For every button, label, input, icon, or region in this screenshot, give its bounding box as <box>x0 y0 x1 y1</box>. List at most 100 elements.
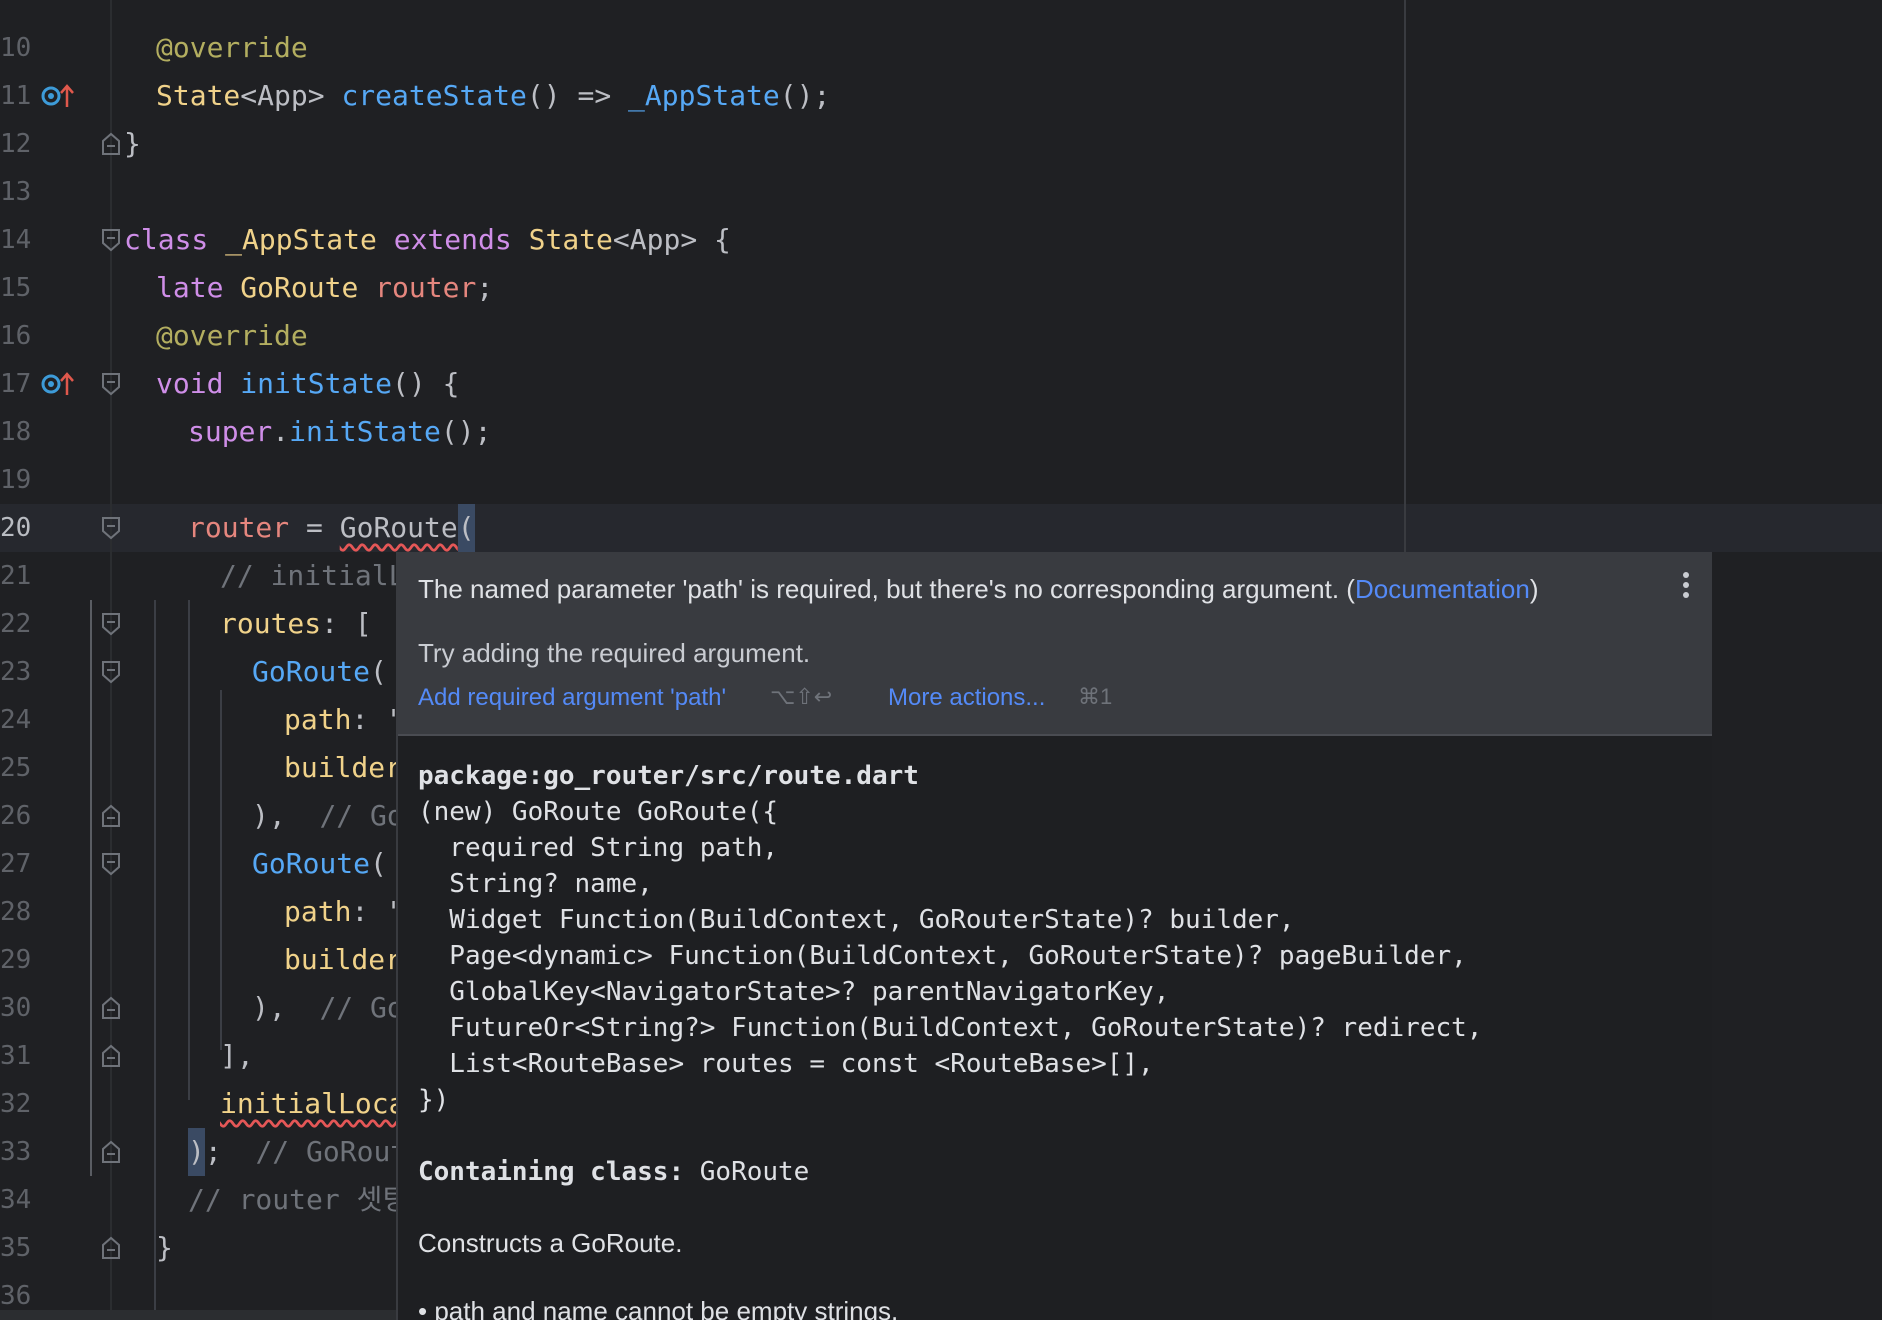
code-line[interactable]: 10 @override <box>0 24 1882 72</box>
line-number: 17 <box>0 369 32 399</box>
quick-fix-hint: Try adding the required argument. <box>418 638 811 668</box>
fold-end-icon[interactable] <box>100 804 122 828</box>
function-call: _AppState <box>628 79 780 112</box>
line-number: 15 <box>0 273 32 303</box>
override-method-icon[interactable] <box>40 83 74 109</box>
constructor-call: GoRoute <box>252 655 371 688</box>
fold-end-icon[interactable] <box>100 1044 122 1068</box>
method-name: createState <box>341 79 527 112</box>
code-text: . <box>272 415 290 448</box>
line-number: 30 <box>0 993 32 1023</box>
code-line[interactable]: 19 <box>0 456 1882 504</box>
fold-end-icon[interactable] <box>100 996 122 1020</box>
code-line[interactable]: 17 void initState() { <box>0 360 1882 408</box>
code-text: : ' <box>351 895 403 928</box>
shortcut-hint: ⌥⇧↩ <box>770 684 833 709</box>
code-line[interactable]: 11 State<App> createState() => _AppState… <box>0 72 1882 120</box>
line-number: 35 <box>0 1233 32 1263</box>
code-text: () => <box>526 79 629 112</box>
fold-start-icon[interactable] <box>100 660 122 684</box>
method-call: initState <box>289 415 441 448</box>
code-text: ( <box>370 655 387 688</box>
line-number: 20 <box>0 513 32 543</box>
matched-paren: ( <box>457 504 475 552</box>
doc-description: Constructs a GoRoute. <box>418 1228 683 1258</box>
fold-start-icon[interactable] <box>100 516 122 540</box>
code-text: (); <box>779 79 831 112</box>
named-arg: path <box>284 895 352 928</box>
doc-package: package:go_router/src/route.dart <box>418 761 919 791</box>
code-line[interactable]: 18 super.initState(); <box>0 408 1882 456</box>
fold-start-icon[interactable] <box>100 852 122 876</box>
doc-signature-line: GlobalKey<NavigatorState>? parentNavigat… <box>418 977 1170 1007</box>
line-number: 24 <box>0 705 32 735</box>
line-number: 10 <box>0 33 32 63</box>
error-documentation-popup[interactable]: The named parameter 'path' is required, … <box>396 552 1712 1320</box>
keyword: void <box>156 367 224 400</box>
type-args: <App> <box>240 79 325 112</box>
comment: // Go <box>319 991 404 1024</box>
add-required-argument-action[interactable]: Add required argument 'path' <box>418 684 726 712</box>
doc-bullet: • path and name cannot be empty strings. <box>418 1296 899 1320</box>
code-line[interactable]: 16 @override <box>0 312 1882 360</box>
matched-paren: ) <box>188 1128 205 1176</box>
containing-class-value: GoRoute <box>699 1157 810 1187</box>
code-text: : ' <box>351 703 403 736</box>
doc-signature-line: (new) GoRoute GoRoute({ <box>418 797 779 827</box>
more-vertical-icon[interactable] <box>1680 572 1692 602</box>
code-line[interactable]: 13 <box>0 168 1882 216</box>
code-text: ; <box>204 1135 222 1168</box>
annotation: @override <box>156 319 308 352</box>
error-squiggle-arg[interactable]: initialLoca <box>220 1080 405 1128</box>
code-text: ( <box>370 847 387 880</box>
code-line[interactable]: 15 late GoRoute router; <box>0 264 1882 312</box>
type-name: State <box>156 79 241 112</box>
method-name: initState <box>240 367 393 400</box>
line-number: 21 <box>0 561 32 591</box>
doc-signature-line: String? name, <box>418 869 653 899</box>
comment: // router 셋팅 <box>188 1183 409 1216</box>
doc-signature-line: FutureOr<String?> Function(BuildContext,… <box>418 1013 1483 1043</box>
line-number: 31 <box>0 1041 32 1071</box>
containing-class: Containing class: GoRoute <box>418 1154 809 1190</box>
line-number: 25 <box>0 753 32 783</box>
fold-start-icon[interactable] <box>100 372 122 396</box>
annotation: @override <box>156 31 308 64</box>
line-number: 13 <box>0 177 32 207</box>
fold-start-icon[interactable] <box>100 228 122 252</box>
keyword: extends <box>393 223 512 256</box>
more-actions-link[interactable]: More actions... <box>888 684 1045 712</box>
error-message: The named parameter 'path' is required, … <box>418 574 1539 605</box>
line-number: 16 <box>0 321 32 351</box>
documentation-link[interactable]: Documentation <box>1355 574 1530 604</box>
type-name: State <box>528 223 613 256</box>
named-arg: builder <box>284 751 403 784</box>
code-text: ; <box>476 271 494 304</box>
code-line[interactable]: 12 } <box>0 120 1882 168</box>
error-squiggle-constructor[interactable]: GoRoute <box>340 511 458 544</box>
line-number: 27 <box>0 849 32 879</box>
line-number: 22 <box>0 609 32 639</box>
fold-start-icon[interactable] <box>100 612 122 636</box>
code-line[interactable]: 14 class _AppState extends State<App> { <box>0 216 1882 264</box>
line-number: 18 <box>0 417 32 447</box>
shortcut-hint: ⌘1 <box>1078 684 1113 709</box>
error-section: The named parameter 'path' is required, … <box>398 552 1712 736</box>
class-name: _AppState <box>225 223 377 256</box>
line-number: 14 <box>0 225 32 255</box>
line-number: 29 <box>0 945 32 975</box>
horizontal-scrollbar[interactable] <box>0 1310 396 1320</box>
containing-class-label: Containing class: <box>418 1157 685 1187</box>
code-text: <App> { <box>612 223 731 256</box>
doc-signature-line: }) <box>418 1085 450 1115</box>
fold-end-icon[interactable] <box>100 132 122 156</box>
error-message-text: The named parameter 'path' is required, … <box>418 574 1355 604</box>
code-line-active[interactable]: 20 router = GoRoute( <box>0 504 1882 552</box>
fold-end-icon[interactable] <box>100 1140 122 1164</box>
fold-end-icon[interactable] <box>100 1236 122 1260</box>
type-name: GoRoute <box>240 271 359 304</box>
line-number: 11 <box>0 81 32 111</box>
code-text: () { <box>392 367 460 400</box>
override-method-icon[interactable] <box>40 371 74 397</box>
comment: // GoRout <box>255 1135 408 1168</box>
